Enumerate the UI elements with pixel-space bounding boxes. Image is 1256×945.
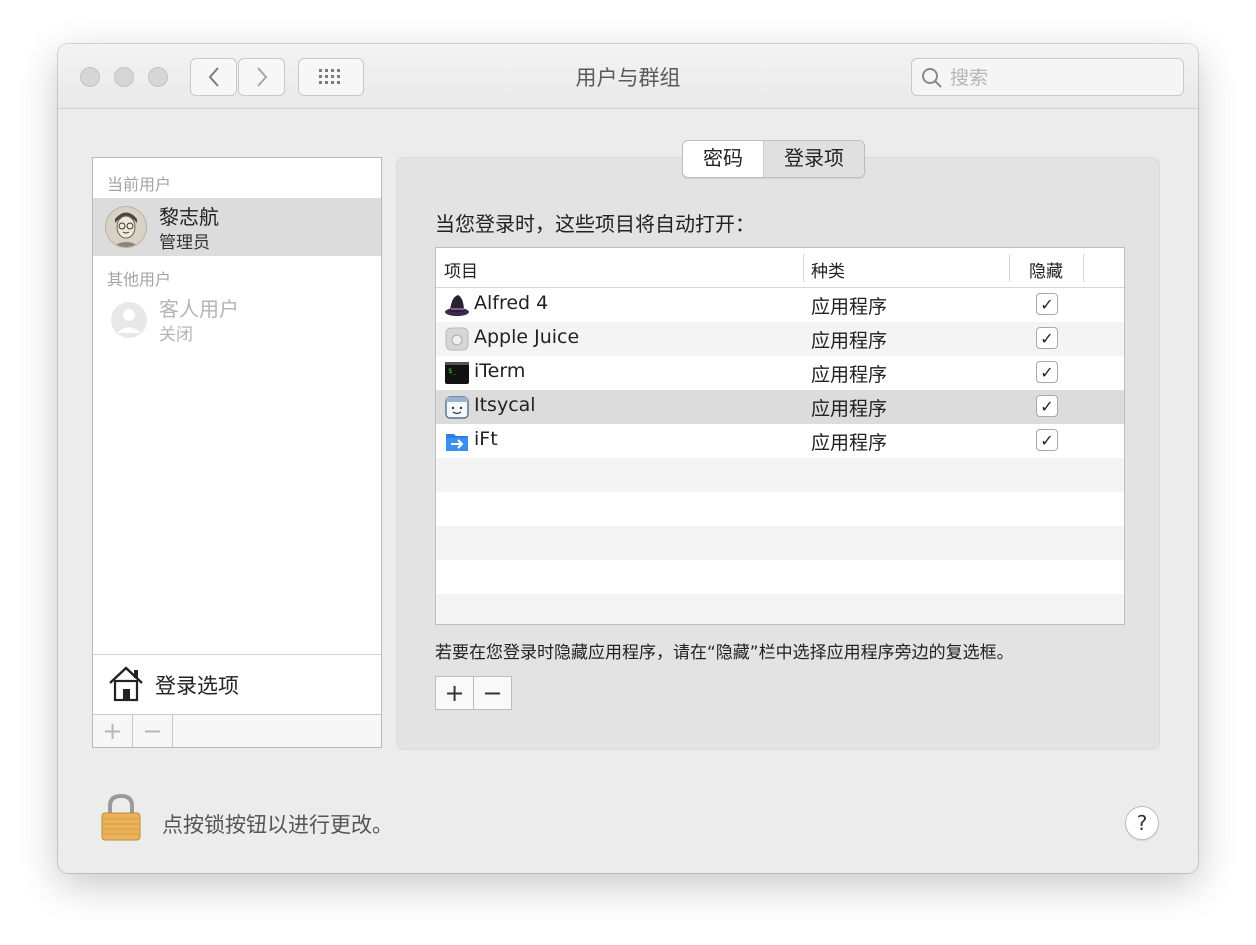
table-row[interactable]: iFt 应用程序 ✓	[436, 424, 1124, 458]
column-header-hide[interactable]: 隐藏	[1029, 257, 1063, 282]
minimize-window-button[interactable]	[114, 67, 134, 87]
table-row[interactable]: Itsycal 应用程序 ✓	[436, 390, 1124, 424]
login-options-label: 登录选项	[155, 674, 239, 698]
user-role: 管理员	[159, 233, 210, 253]
hide-checkbox[interactable]: ✓	[1036, 327, 1058, 349]
login-items-table: 项目 种类 隐藏 Alfred 4 应用程序 ✓ Apple Juice 应用程…	[435, 247, 1125, 625]
login-items-intro: 当您登录时，这些项目将自动打开：	[435, 212, 755, 236]
item-kind: 应用程序	[811, 398, 888, 420]
add-user-button[interactable]: +	[93, 715, 133, 747]
lock-button[interactable]	[100, 792, 142, 846]
empty-row	[436, 560, 1124, 594]
login-items-toolbar: + −	[435, 676, 512, 710]
item-name: Alfred 4	[474, 292, 549, 314]
user-name: 黎志航	[159, 205, 219, 229]
user-list: 当前用户 黎志航 管理员 其他用户 客人用户 关闭 登录选项 + −	[92, 157, 382, 748]
hide-checkbox[interactable]: ✓	[1036, 429, 1058, 451]
current-users-header: 当前用户	[107, 175, 172, 194]
hide-checkbox[interactable]: ✓	[1036, 395, 1058, 417]
tab-password[interactable]: 密码	[683, 141, 763, 177]
itsycal-icon	[445, 396, 469, 419]
add-login-item-button[interactable]: +	[436, 677, 473, 709]
table-row[interactable]: Alfred 4 应用程序 ✓	[436, 288, 1124, 322]
apple-juice-icon	[445, 327, 469, 351]
zoom-window-button[interactable]	[148, 67, 168, 87]
back-button[interactable]	[190, 58, 237, 96]
hide-checkbox[interactable]: ✓	[1036, 293, 1058, 315]
item-kind: 应用程序	[811, 330, 888, 352]
login-options-item[interactable]: 登录选项	[93, 654, 381, 714]
forward-button[interactable]	[238, 58, 285, 96]
guest-name: 客人用户	[159, 297, 239, 321]
hide-checkbox[interactable]: ✓	[1036, 361, 1058, 383]
close-window-button[interactable]	[80, 67, 100, 87]
remove-login-item-button[interactable]: −	[473, 677, 511, 709]
other-users-header: 其他用户	[107, 270, 172, 289]
search-input[interactable]	[948, 64, 1177, 92]
login-items-pane: 当您登录时，这些项目将自动打开： 项目 种类 隐藏 Alfred 4 应用程序 …	[396, 157, 1160, 750]
guest-user-icon	[111, 302, 147, 338]
chevron-left-icon	[208, 67, 219, 87]
lock-hint-text: 点按锁按钮以进行更改。	[162, 813, 393, 837]
house-icon	[109, 666, 143, 702]
help-button[interactable]: ?	[1125, 806, 1159, 840]
search-field[interactable]	[911, 58, 1184, 96]
table-header: 项目 种类 隐藏	[436, 248, 1124, 288]
table-row[interactable]: $_ iTerm 应用程序 ✓	[436, 356, 1124, 390]
item-kind: 应用程序	[811, 432, 888, 454]
table-row[interactable]: Apple Juice 应用程序 ✓	[436, 322, 1124, 356]
user-row-current[interactable]: 黎志航 管理员	[93, 198, 381, 256]
guest-status: 关闭	[159, 325, 193, 345]
hide-hint-text: 若要在您登录时隐藏应用程序，请在“隐藏”栏中选择应用程序旁边的复选框。	[435, 643, 1014, 663]
avatar	[105, 206, 147, 248]
user-avatar-icon	[106, 207, 146, 247]
grid-icon	[319, 69, 340, 84]
empty-row	[436, 492, 1124, 526]
item-name: iTerm	[474, 360, 526, 382]
ift-icon	[446, 434, 468, 451]
svg-text:$_: $_	[448, 367, 457, 375]
show-all-button[interactable]	[298, 58, 364, 96]
item-name: Apple Juice	[474, 326, 580, 348]
user-list-toolbar: + −	[93, 714, 381, 747]
title-bar: 用户与群组	[58, 44, 1198, 109]
iterm-icon: $_	[445, 362, 469, 384]
alfred-icon	[445, 295, 469, 316]
empty-row	[436, 594, 1124, 624]
empty-row	[436, 458, 1124, 492]
tab-bar: 密码 登录项	[682, 140, 865, 178]
empty-row	[436, 526, 1124, 560]
column-header-kind[interactable]: 种类	[811, 257, 845, 282]
lock-icon	[101, 793, 141, 841]
item-name: Itsycal	[474, 394, 536, 416]
preferences-window: 用户与群组 当前用户 黎志航	[58, 44, 1198, 873]
item-kind: 应用程序	[811, 296, 888, 318]
item-kind: 应用程序	[811, 364, 888, 386]
remove-user-button[interactable]: −	[133, 715, 173, 747]
user-row-guest[interactable]: 客人用户 关闭	[93, 290, 381, 348]
search-icon	[922, 68, 942, 88]
chevron-right-icon	[256, 67, 267, 87]
tab-login-items[interactable]: 登录项	[763, 141, 864, 177]
item-name: iFt	[474, 428, 498, 450]
column-header-item[interactable]: 项目	[444, 257, 478, 282]
